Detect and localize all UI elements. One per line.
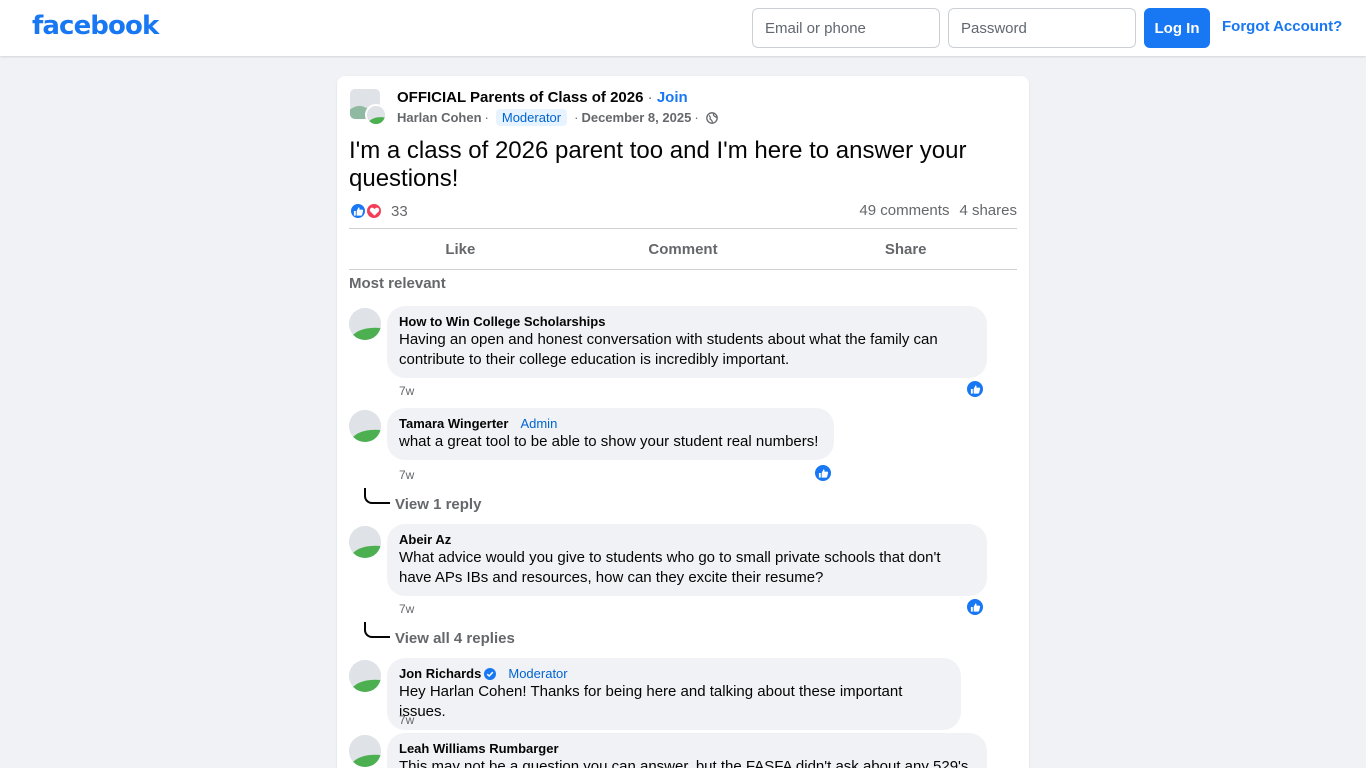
separator: · [647, 89, 653, 106]
comment-author[interactable]: Leah Williams Rumbarger [399, 741, 975, 756]
password-field[interactable] [948, 8, 1136, 48]
view-replies-link[interactable]: View 1 reply [395, 496, 481, 513]
reply-connector [364, 488, 390, 504]
email-field[interactable] [752, 8, 940, 48]
comment-text: This may not be a question you can answe… [399, 758, 969, 768]
love-icon [365, 202, 383, 220]
post-date[interactable]: December 8, 2025 [581, 110, 691, 125]
divider [349, 269, 1017, 270]
separator: · [694, 110, 699, 125]
comment-time[interactable]: 7w [399, 468, 414, 482]
like-button[interactable]: Like [349, 229, 572, 269]
separator: · [484, 110, 489, 125]
forgot-account-link[interactable]: Forgot Account? [1222, 18, 1342, 35]
comment-bubble: Tamara Wingerter Admin what a great tool … [387, 408, 834, 460]
post-text: I'm a class of 2026 parent too and I'm h… [349, 137, 967, 192]
comment-time[interactable]: 7w [399, 602, 414, 616]
post-meta: Harlan Cohen · Moderator · December 8, 2… [397, 109, 718, 126]
reaction-count: 33 [391, 202, 408, 220]
comment-bubble: Abeir Az What advice would you give to s… [387, 524, 987, 596]
comment-bubble: Jon Richards Moderator Hey Harlan Cohen!… [387, 658, 961, 730]
like-icon [349, 202, 367, 220]
share-button[interactable]: Share [794, 229, 1017, 269]
verified-badge-icon [484, 667, 497, 680]
top-bar: facebook Log In Forgot Account? [0, 0, 1366, 56]
comment-bubble: Leah Williams Rumbarger This may not be … [387, 733, 987, 768]
comment-text: what a great tool to be able to show you… [399, 433, 819, 450]
comment-time[interactable]: 7w [399, 713, 414, 727]
post-author[interactable]: Harlan Cohen [397, 110, 482, 125]
login-button[interactable]: Log In [1144, 8, 1210, 48]
comment-author[interactable]: Tamara Wingerter Admin [399, 416, 822, 431]
like-icon[interactable] [814, 464, 832, 482]
commenter-avatar[interactable] [349, 410, 381, 442]
group-header: OFFICIAL Parents of Class of 2026 · Join [397, 89, 688, 106]
moderator-badge: Moderator [495, 109, 568, 126]
separator: · [574, 110, 579, 125]
comment-time[interactable]: 7w [399, 384, 414, 398]
comment-author[interactable]: How to Win College Scholarships [399, 314, 975, 329]
globe-icon [705, 111, 718, 124]
comment-text: What advice would you give to students w… [399, 549, 941, 586]
post-card: OFFICIAL Parents of Class of 2026 · Join… [337, 76, 1029, 768]
comment-button[interactable]: Comment [572, 229, 795, 269]
comment-text: Hey Harlan Cohen! Thanks for being here … [399, 683, 903, 720]
facebook-logo[interactable]: facebook [32, 11, 159, 41]
join-link[interactable]: Join [657, 89, 688, 106]
post-stats: 49 comments 4 shares [859, 202, 1017, 219]
like-icon[interactable] [966, 598, 984, 616]
moderator-badge: Moderator [508, 666, 568, 681]
author-avatar-icon [365, 104, 387, 126]
reply-connector [364, 622, 390, 638]
comments-count[interactable]: 49 comments [859, 202, 949, 219]
group-name[interactable]: OFFICIAL Parents of Class of 2026 [397, 89, 643, 106]
commenter-avatar[interactable] [349, 660, 381, 692]
reactions-summary[interactable]: 33 [349, 201, 408, 221]
shares-count[interactable]: 4 shares [959, 202, 1017, 219]
admin-badge: Admin [520, 416, 558, 431]
commenter-avatar[interactable] [349, 735, 381, 767]
commenter-avatar[interactable] [349, 526, 381, 558]
comment-sort[interactable]: Most relevant [349, 275, 446, 292]
view-replies-link[interactable]: View all 4 replies [395, 630, 515, 647]
like-icon[interactable] [966, 380, 984, 398]
post-actions: Like Comment Share [349, 229, 1017, 269]
comment-text: Having an open and honest conversation w… [399, 331, 938, 368]
comment-author[interactable]: Abeir Az [399, 532, 975, 547]
comment-bubble: How to Win College Scholarships Having a… [387, 306, 987, 378]
comment-author[interactable]: Jon Richards Moderator [399, 666, 949, 681]
commenter-avatar[interactable] [349, 308, 381, 340]
group-avatar[interactable] [349, 88, 387, 126]
